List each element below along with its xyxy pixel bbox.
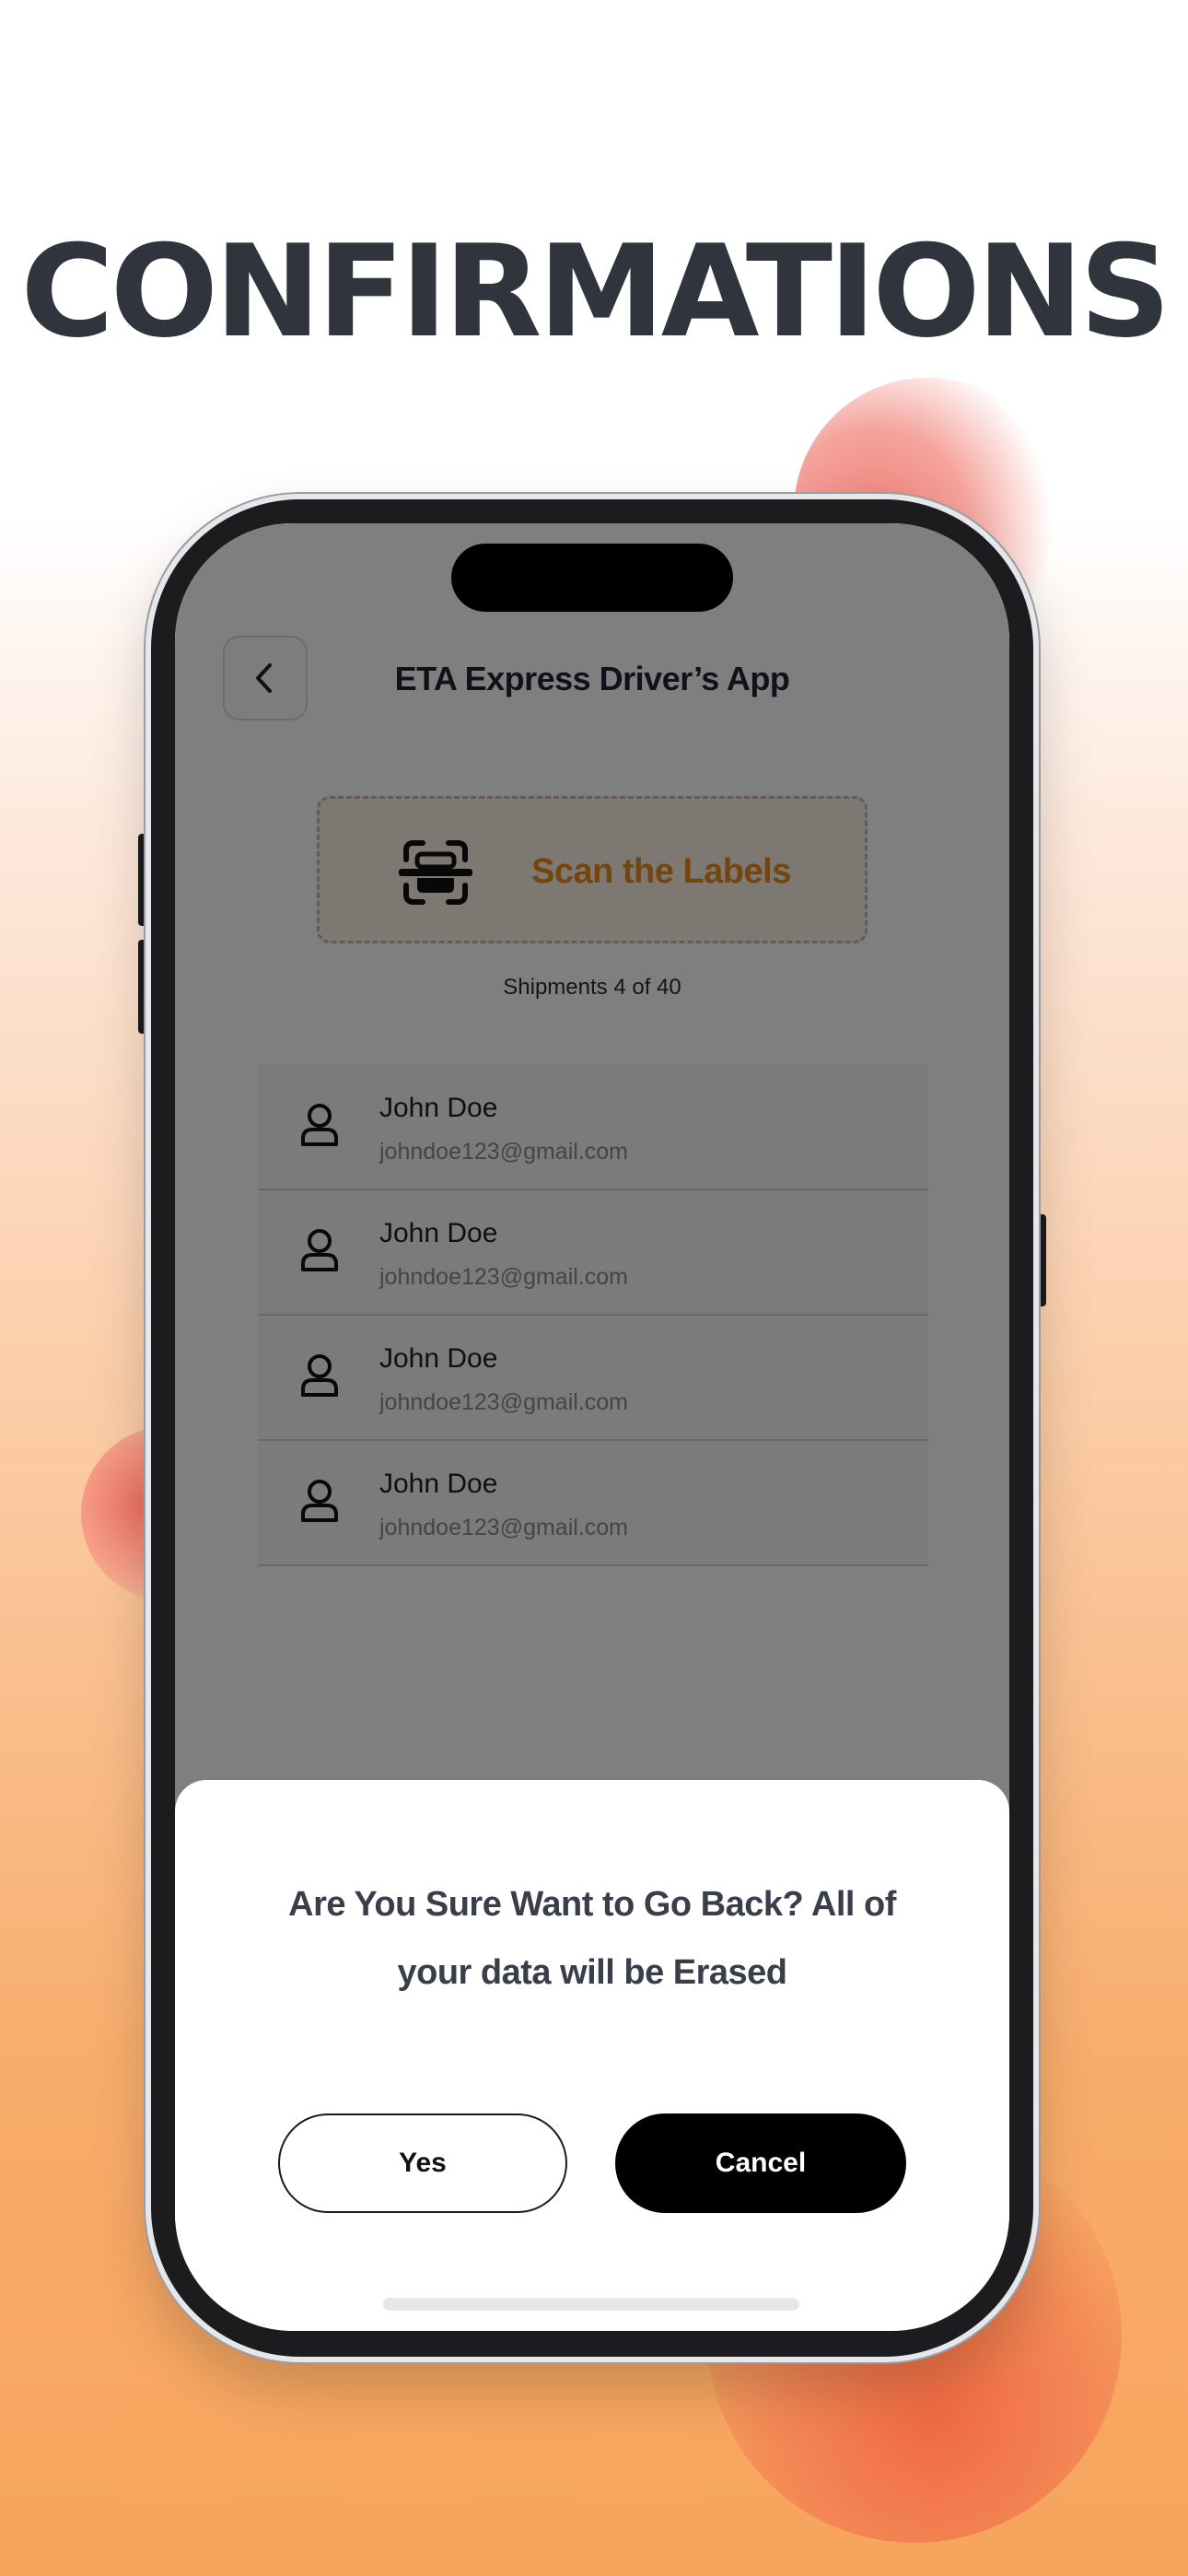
home-indicator[interactable] [383,2298,799,2311]
yes-button[interactable]: Yes [278,2113,567,2213]
confirmation-sheet: Are You Sure Want to Go Back? All of you… [175,1780,1009,2331]
confirmation-message-line-1: Are You Sure Want to Go Back? All of [288,1885,896,1924]
phone-screen: ETA Express Driver’s App Scan the Labels… [175,523,1009,2331]
cancel-button[interactable]: Cancel [615,2113,906,2213]
dynamic-island [451,544,733,612]
confirmation-message-line-2: your data will be Erased [397,1953,787,1992]
confirmation-message: Are You Sure Want to Go Back? All of you… [276,1870,908,2007]
headline: CONFIRMATIONS [20,217,1171,366]
